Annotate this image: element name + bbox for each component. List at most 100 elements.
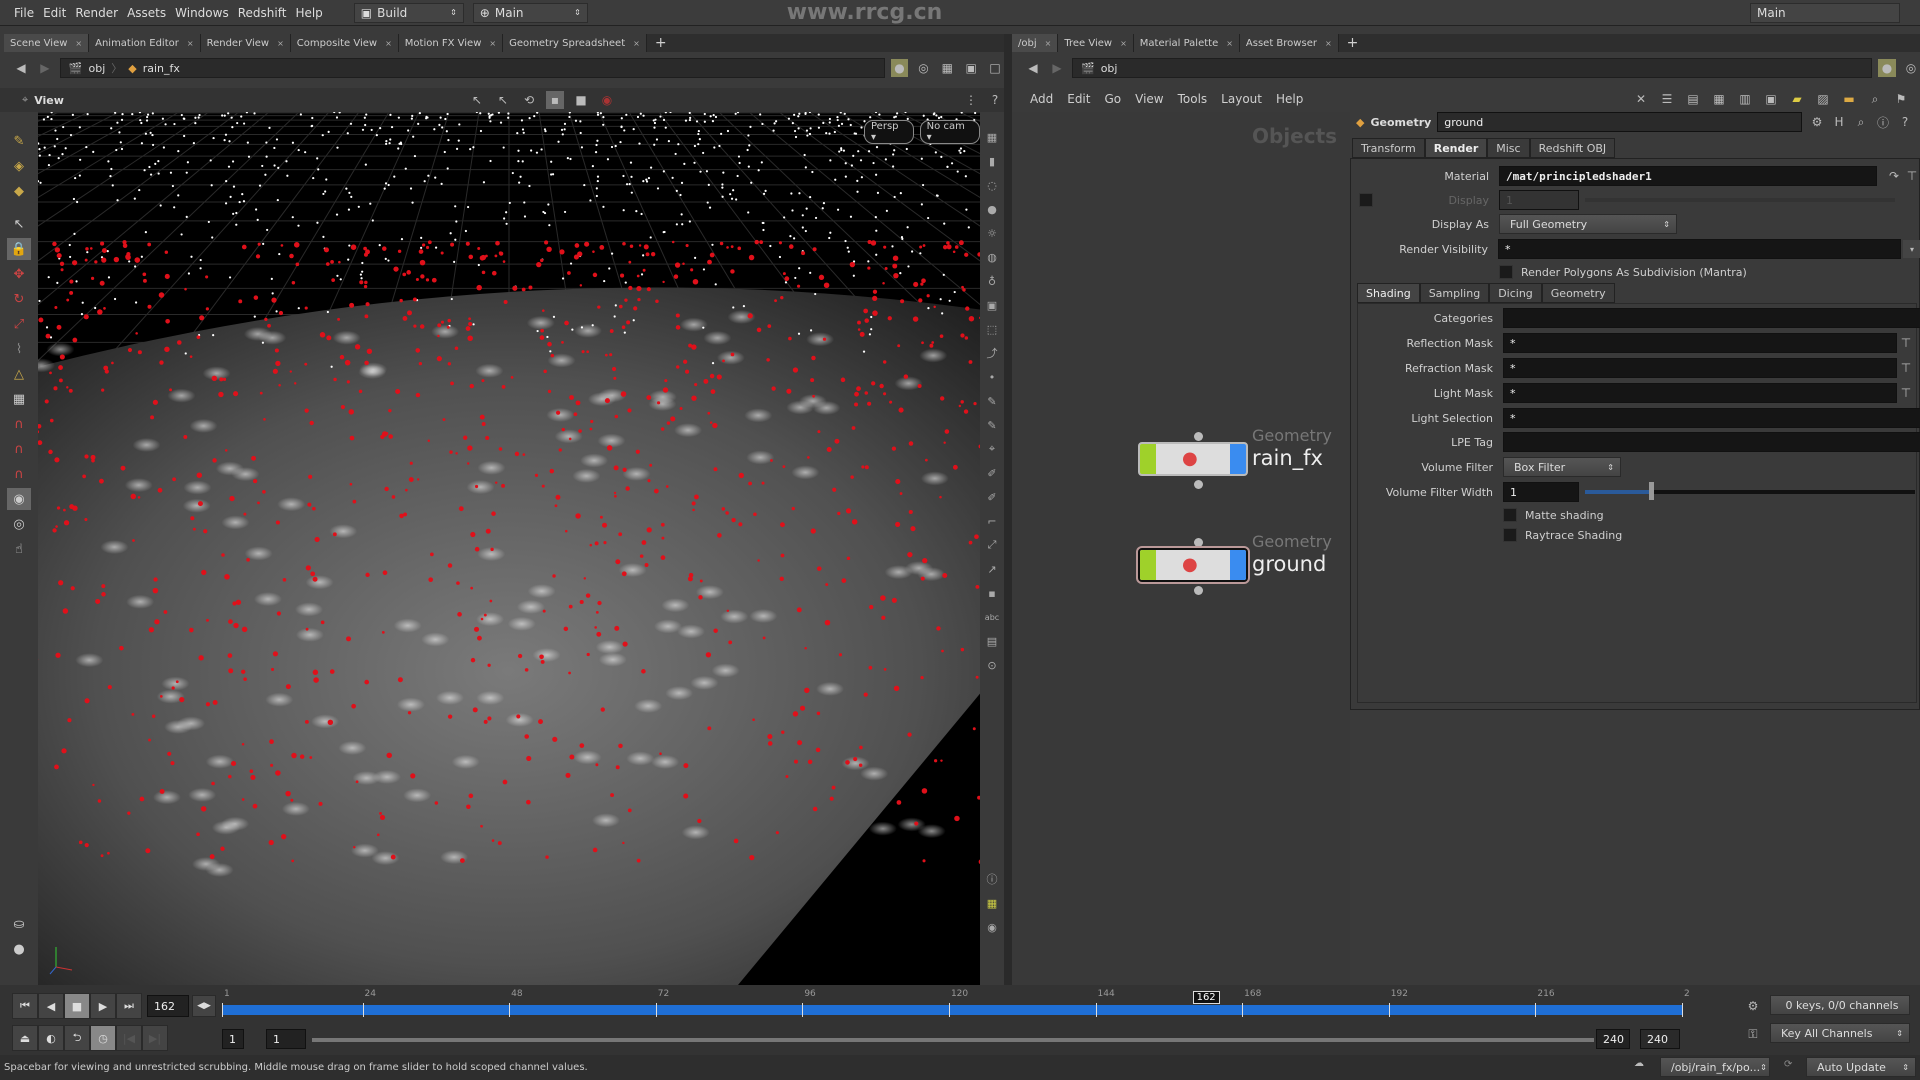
range-slider[interactable] (312, 1038, 1594, 1042)
update-mode-dropdown[interactable]: Auto Update ⇕ (1806, 1057, 1916, 1077)
close-icon[interactable]: × (1325, 39, 1332, 48)
chooser-icon[interactable]: ⊤ (1897, 334, 1915, 352)
paint2-icon[interactable]: ✐ (981, 486, 1003, 508)
transform-icon[interactable]: ⟲ (520, 91, 538, 109)
tab-motion-fx-view[interactable]: Motion FX View × (398, 34, 504, 52)
matte-checkbox[interactable] (1503, 508, 1517, 522)
node-name-field[interactable]: ground (1437, 112, 1802, 132)
menu-add[interactable]: Add (1030, 92, 1053, 106)
menu-redshift[interactable]: Redshift (238, 6, 287, 20)
path-field[interactable]: 🎬 obj 〉 ◆ rain_fx (59, 58, 885, 78)
pen-icon[interactable]: ✎ (981, 390, 1003, 412)
magnet-icon[interactable]: ∩ (7, 413, 31, 435)
node-body[interactable]: ● (1138, 548, 1248, 582)
bucket-icon[interactable]: ⛀ (7, 913, 31, 935)
input-connector[interactable] (1194, 538, 1203, 547)
step-frame-icon[interactable]: ◀▶ (192, 995, 216, 1017)
forward-arrow-icon[interactable]: ▶ (36, 59, 54, 77)
jump-start-icon[interactable]: ⏮ (12, 993, 38, 1019)
menu-help[interactable]: Help (1276, 92, 1303, 106)
edges-icon[interactable]: ⬚ (981, 318, 1003, 340)
table-icon[interactable]: ▥ (1736, 90, 1754, 108)
play-reverse-icon[interactable]: ◀ (38, 993, 64, 1019)
forward-arrow-icon[interactable]: ▶ (1048, 59, 1066, 77)
shading-icon[interactable]: ● (981, 198, 1003, 220)
tab-redshift-obj[interactable]: Redshift OBJ (1529, 138, 1616, 158)
select-arrow-icon[interactable]: ↖ (468, 91, 486, 109)
scene-viewport[interactable]: Persp ▾ No cam ▾ (38, 112, 980, 985)
display-options-icon[interactable]: ⋮ (962, 91, 980, 109)
tab-geometry[interactable]: Geometry (1541, 283, 1615, 303)
jump-arrow-icon[interactable]: ↷ (1885, 167, 1903, 185)
tab-animation-editor[interactable]: Animation Editor × (89, 34, 201, 52)
close-icon[interactable]: × (385, 39, 392, 48)
tab-dicing[interactable]: Dicing (1489, 283, 1542, 303)
stop-icon[interactable]: ■ (572, 91, 590, 109)
close-icon[interactable]: × (1120, 39, 1127, 48)
clock-icon[interactable]: ◷ (90, 1025, 116, 1051)
pane-splitter[interactable] (1004, 34, 1012, 985)
measure-icon[interactable]: △ (7, 363, 31, 385)
node-name-label[interactable]: rain_fx (1252, 446, 1323, 470)
select-icon[interactable]: ↖ (7, 213, 31, 235)
range-start-field[interactable]: 1 (266, 1029, 306, 1049)
menu-edit[interactable]: Edit (43, 6, 66, 20)
display-toggle-checkbox[interactable] (1359, 193, 1373, 207)
tab-obj[interactable]: /obj × (1012, 34, 1059, 52)
tab-misc[interactable]: Misc (1487, 138, 1530, 158)
keys-channels-dropdown[interactable]: 0 keys, 0/0 channels (1770, 995, 1910, 1015)
menu-go[interactable]: Go (1104, 92, 1121, 106)
add-tab-icon[interactable]: + (647, 35, 675, 51)
maximize-icon[interactable]: □ (986, 59, 1004, 77)
audio-icon[interactable]: ◐ (38, 1025, 64, 1051)
normals-icon[interactable]: ⤴ (981, 342, 1003, 364)
tab-render[interactable]: Render (1424, 138, 1488, 158)
lamp-icon[interactable]: ♁ (981, 270, 1003, 292)
close-icon[interactable]: × (75, 39, 82, 48)
cube-icon[interactable]: ▦ (938, 59, 956, 77)
loop-icon[interactable]: ⮌ (64, 1025, 90, 1051)
node-name-label[interactable]: ground (1252, 552, 1326, 576)
scale-icon[interactable]: ⤢ (981, 534, 1003, 556)
tab-asset-browser[interactable]: Asset Browser × (1239, 34, 1339, 52)
menu-edit[interactable]: Edit (1067, 92, 1090, 106)
ghost-icon[interactable]: ◌ (981, 174, 1003, 196)
pin-icon[interactable]: ● (1878, 59, 1896, 77)
point-icon[interactable]: ◍ (981, 246, 1003, 268)
tab-sampling[interactable]: Sampling (1419, 283, 1490, 303)
target-icon[interactable]: ◎ (914, 59, 932, 77)
paint-icon[interactable]: ◆ (7, 180, 31, 202)
reflection-mask-field[interactable]: * (1503, 333, 1897, 353)
chooser-icon[interactable]: ⊤ (1897, 359, 1915, 377)
key-mode-dropdown[interactable]: Key All Channels ⇕ (1770, 1023, 1910, 1043)
tab-composite-view[interactable]: Composite View × (290, 34, 399, 52)
node-chooser-icon[interactable]: ⊤ (1903, 167, 1920, 185)
hand-icon[interactable]: ☝ (7, 538, 31, 560)
realtime-icon[interactable]: ⏏ (12, 1025, 38, 1051)
tools-icon[interactable]: ✕ (1632, 90, 1650, 108)
text-icon[interactable]: abc (981, 606, 1003, 628)
tab-material-palette[interactable]: Material Palette × (1133, 34, 1240, 52)
search-icon[interactable]: ⌕ (1866, 90, 1884, 108)
close-icon[interactable]: × (1226, 39, 1233, 48)
render-visibility-field[interactable]: * (1498, 239, 1902, 259)
help-icon[interactable]: ? (986, 91, 1004, 109)
playhead-marker[interactable]: 162 (1192, 991, 1220, 1004)
start-frame-field[interactable]: 1 (222, 1029, 244, 1049)
back-arrow-icon[interactable]: ◀ (1024, 59, 1042, 77)
eye-icon[interactable]: ◉ (981, 916, 1003, 938)
categories-field[interactable] (1503, 308, 1920, 328)
move-icon[interactable]: ✥ (7, 263, 31, 285)
magnet3-icon[interactable]: ∩ (7, 463, 31, 485)
tab-scene-view[interactable]: Scene View × (4, 34, 90, 52)
view-tool-icon[interactable]: ◉ (7, 488, 31, 510)
snap-icon[interactable]: ▪ (546, 91, 564, 109)
bulb-icon[interactable]: ☼ (981, 222, 1003, 244)
cube-icon[interactable]: ▪ (981, 582, 1003, 604)
corner-icon[interactable]: ⌐ (981, 510, 1003, 532)
wireframe-icon[interactable]: ▦ (981, 126, 1003, 148)
next-key-icon[interactable]: ▶| (142, 1025, 168, 1051)
dropdown-arrow-icon[interactable]: ▾ (1903, 240, 1920, 258)
back-arrow-icon[interactable]: ◀ (12, 59, 30, 77)
light-selection-field[interactable]: * (1503, 408, 1920, 428)
